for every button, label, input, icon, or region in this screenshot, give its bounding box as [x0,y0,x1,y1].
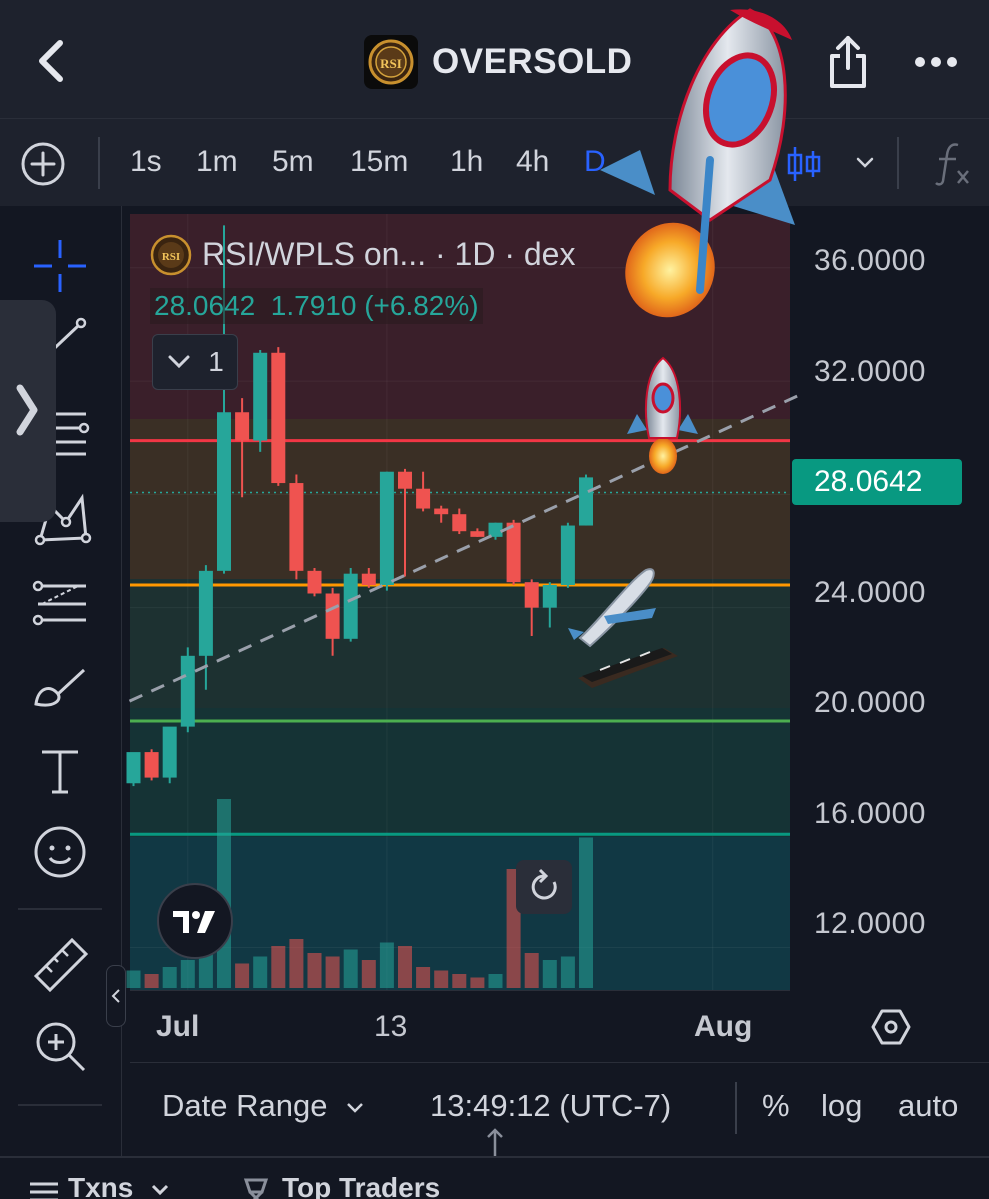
volume-bar [470,977,485,988]
price-tick: 36.0000 [814,244,926,277]
bottom-bar-divider [735,1082,737,1134]
legend-title: RSI/WPLS on... · 1D · dex [202,236,576,272]
app-window: RSI OVERSOLD 1s 1m 5m 15m 1h 4h D RSI RS… [0,0,989,1199]
settings-hexagon-icon [871,1009,911,1045]
candle-body [524,582,539,608]
volume-bar [325,956,340,988]
airplane-emoji [568,568,678,688]
candle-body [126,752,141,784]
volume-bar [488,974,503,988]
volume-bar [452,974,467,988]
volume-bar [579,837,593,988]
volume-bar [162,967,177,988]
candle-body [416,488,431,509]
volume-bar [343,949,358,988]
price-tick: 20.0000 [814,686,926,719]
candle-body [271,352,286,484]
candle-body [235,412,250,441]
candle-body [217,412,231,571]
candle-body [579,477,593,526]
auto-scale-toggle[interactable]: auto [898,1088,958,1124]
candle-body [379,471,394,586]
volume-bar [434,970,449,988]
rocket-emoji [600,8,795,318]
volume-bar [560,956,575,988]
rocket-emoji-small [627,356,698,474]
volume-bar [361,960,376,988]
volume-bar [542,960,557,988]
volume-bar [307,953,322,988]
reset-chart-button[interactable] [516,860,572,914]
candle-body [542,585,557,608]
candle-body [361,573,376,586]
volume-bar [379,942,394,988]
volume-bar [524,953,539,988]
volume-bar [253,956,268,988]
date-range-button[interactable]: Date Range [162,1088,366,1124]
candle-body [343,573,358,639]
time-tick-13: 13 [374,1010,408,1043]
candle-body [434,508,449,515]
candle-body [307,570,322,594]
candle-body [452,514,467,532]
tradingview-logo[interactable] [157,883,233,959]
trophy-icon [243,1178,269,1199]
volume-bar [235,963,250,988]
legend-token-logo: RSI [150,234,192,276]
legend-change: 1.7910 (+6.82%) [270,290,479,321]
legend-indicator-count: 1 [208,346,224,377]
legend-last: 28.0642 [154,290,256,321]
chevron-down-icon [168,355,190,369]
tab-top-traders-label: Top Traders [282,1172,441,1199]
volume-bar [126,970,141,988]
price-tick: 16.0000 [814,797,926,830]
time-tick-aug: Aug [694,1010,753,1043]
volume-bar [398,946,412,988]
time-tick-jul: Jul [156,1010,200,1043]
legend-values: 28.0642 1.7910 (+6.82%) [150,288,483,324]
volume-bar [289,939,304,988]
svg-text:RSI: RSI [162,251,180,263]
price-tick: 12.0000 [814,907,926,940]
tradingview-icon [173,911,215,933]
volume-bar [144,974,159,988]
chart-settings-button[interactable] [870,1006,912,1048]
candle-body [180,655,195,727]
volume-bar [180,960,195,988]
list-icon [30,1182,58,1199]
tab-top-traders[interactable]: Top Traders [240,1172,440,1199]
candle-body [470,531,485,537]
band-middle [130,579,790,708]
price-tick: 24.0000 [814,576,926,609]
candle-body [144,752,159,778]
price-tick: 32.0000 [814,355,926,388]
candle-body [162,726,177,778]
last-price-label: 28.0642 [792,459,962,505]
volume-bar [416,967,431,988]
time-axis[interactable] [130,990,790,1062]
percent-scale-toggle[interactable]: % [762,1088,790,1124]
chevron-down-icon [152,1184,169,1195]
candle-body [506,522,521,583]
date-range-label: Date Range [162,1088,328,1123]
volume-bar [271,946,286,988]
tab-txns-label: Txns [68,1172,134,1199]
collapse-legend-button[interactable]: 1 [152,334,238,390]
candle-body [253,352,268,441]
tab-txns[interactable]: Txns [28,1172,171,1199]
chevron-down-icon [347,1102,363,1113]
candle-body [289,483,304,571]
candle-body [398,471,412,489]
log-scale-toggle[interactable]: log [821,1088,862,1124]
clock-timezone[interactable]: 13:49:12 (UTC-7) [430,1088,671,1124]
candle-body [198,570,213,656]
refresh-icon [531,868,557,900]
candle-body [325,593,340,639]
